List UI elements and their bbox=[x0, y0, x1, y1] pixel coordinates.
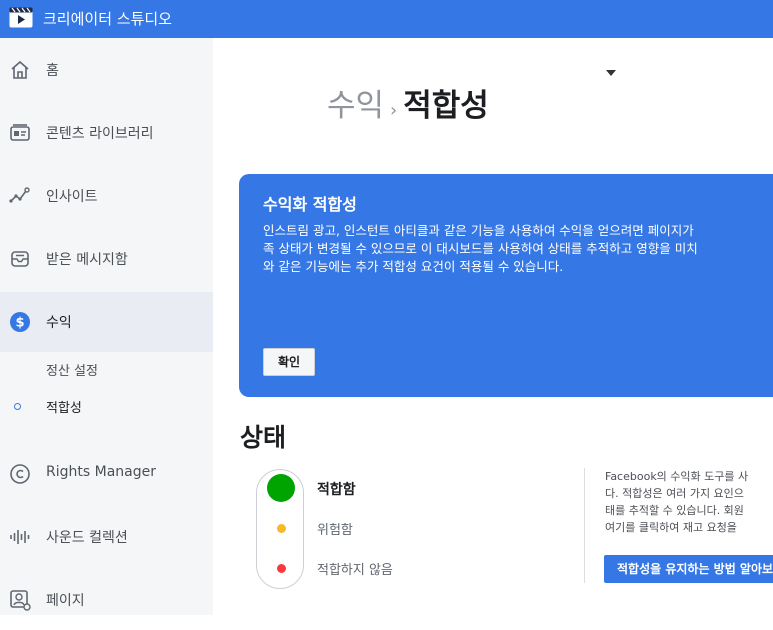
sidebar-item-monetization[interactable]: $ 수익 bbox=[0, 292, 213, 352]
svg-text:$: $ bbox=[15, 316, 24, 331]
eligibility-info-banner: 수익화 적합성 인스트림 광고, 인스턴트 아티클과 같은 기능을 사용하여 수… bbox=[239, 174, 773, 397]
banner-body: 인스트림 광고, 인스턴트 아티클과 같은 기능을 사용하여 수익을 얻으려면 … bbox=[263, 223, 698, 274]
main-content: 수익 › 적합성 수익화 적합성 인스트림 광고, 인스턴트 아티클과 같은 기능을… bbox=[213, 38, 773, 615]
sidebar-subitem-payout-settings[interactable]: 정산 설정 bbox=[0, 352, 213, 386]
sidebar-item-label: 홈 bbox=[46, 63, 59, 79]
ineligible-status-light bbox=[277, 564, 286, 573]
sidebar-item-label: 콘텐츠 라이브러리 bbox=[46, 126, 154, 142]
status-description: Facebook의 수익화 도구를 사 다. 적합성은 여러 가지 요인으 태를… bbox=[605, 470, 749, 534]
breadcrumb-chevron-icon: › bbox=[390, 100, 398, 121]
at-risk-status-light bbox=[277, 524, 286, 533]
banner-title: 수익화 적합성 bbox=[263, 195, 357, 214]
learn-how-button[interactable]: 적합성을 유지하는 방법 알아보 bbox=[604, 555, 773, 583]
sidebar-item-sound-collection[interactable]: 사운드 컬렉션 bbox=[0, 507, 213, 567]
home-icon bbox=[11, 60, 29, 79]
sidebar-item-content-library[interactable]: 콘텐츠 라이브러리 bbox=[0, 103, 213, 163]
page-title: 적합성 bbox=[403, 88, 489, 124]
app-title: 크리에이터 스튜디오 bbox=[43, 10, 172, 28]
breadcrumb-parent-link[interactable]: 수익 bbox=[327, 88, 384, 124]
sound-wave-icon bbox=[10, 530, 30, 544]
current-page-indicator bbox=[14, 403, 21, 410]
creator-studio-logo-icon bbox=[9, 7, 33, 28]
sidebar-item-label: Rights Manager bbox=[46, 464, 156, 480]
inbox-icon bbox=[11, 251, 29, 267]
dropdown-caret-icon[interactable] bbox=[606, 70, 616, 76]
page-settings-icon bbox=[10, 590, 31, 611]
status-heading: 상태 bbox=[240, 423, 287, 452]
top-bar: 크리에이터 스튜디오 bbox=[0, 0, 773, 38]
sidebar-subitem-label: 정산 설정 bbox=[46, 364, 98, 379]
sidebar-subitem-eligibility[interactable]: 적합성 bbox=[0, 389, 213, 423]
copyright-icon bbox=[10, 464, 30, 484]
sidebar: 홈 콘텐츠 라이브러리 인사이트 받은 메시지함 $ 수익 정산 설정 적합성 … bbox=[0, 38, 213, 615]
confirm-button[interactable]: 확인 bbox=[263, 348, 315, 376]
content-library-icon bbox=[10, 124, 30, 141]
sidebar-item-inbox[interactable]: 받은 메시지함 bbox=[0, 229, 213, 289]
sidebar-item-pages[interactable]: 페이지 bbox=[0, 570, 213, 630]
sidebar-item-insights[interactable]: 인사이트 bbox=[0, 166, 213, 226]
sidebar-subitem-label: 적합성 bbox=[46, 401, 82, 416]
sidebar-item-label: 수익 bbox=[46, 315, 72, 331]
status-divider bbox=[584, 468, 585, 583]
sidebar-item-label: 인사이트 bbox=[46, 189, 98, 205]
status-level-ineligible: 적합하지 않음 bbox=[317, 563, 393, 578]
status-level-at-risk: 위험함 bbox=[317, 523, 353, 538]
breadcrumb: 수익 › 적합성 bbox=[327, 80, 489, 125]
sidebar-item-label: 페이지 bbox=[46, 593, 85, 609]
status-level-eligible: 적합함 bbox=[317, 482, 356, 498]
dollar-icon: $ bbox=[10, 312, 30, 332]
sidebar-item-rights-manager[interactable]: Rights Manager bbox=[0, 444, 213, 504]
sidebar-item-home[interactable]: 홈 bbox=[0, 40, 213, 100]
sidebar-item-label: 받은 메시지함 bbox=[46, 252, 128, 268]
sidebar-item-label: 사운드 컬렉션 bbox=[46, 530, 128, 546]
insights-icon bbox=[9, 187, 30, 203]
eligible-status-light bbox=[267, 474, 295, 502]
